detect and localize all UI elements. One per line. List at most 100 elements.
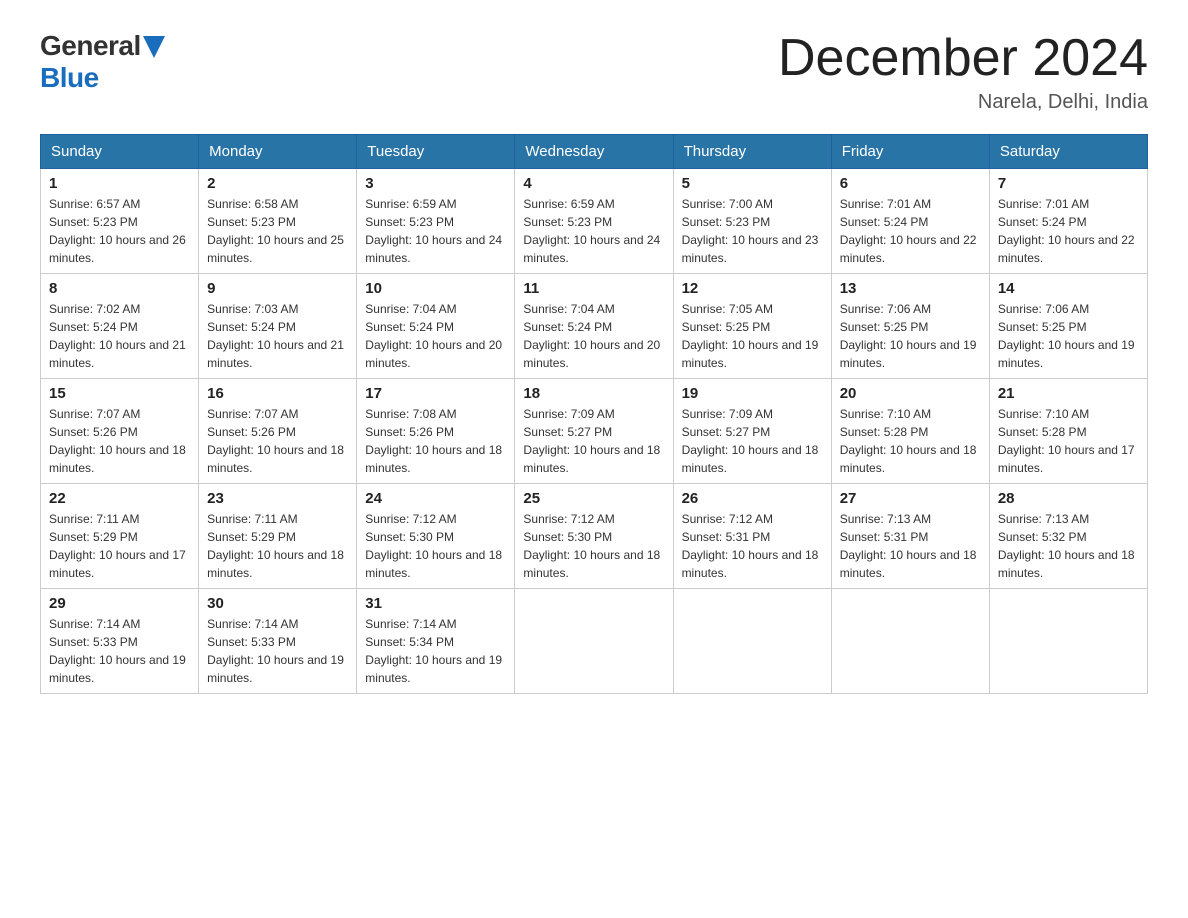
table-row: 20 Sunrise: 7:10 AM Sunset: 5:28 PM Dayl… [831, 379, 989, 484]
day-info: Sunrise: 7:10 AM Sunset: 5:28 PM Dayligh… [840, 405, 981, 477]
table-row: 6 Sunrise: 7:01 AM Sunset: 5:24 PM Dayli… [831, 169, 989, 274]
day-number: 15 [49, 385, 190, 402]
table-row [515, 589, 673, 694]
day-number: 29 [49, 595, 190, 612]
day-number: 7 [998, 175, 1139, 192]
calendar-week-row: 15 Sunrise: 7:07 AM Sunset: 5:26 PM Dayl… [41, 379, 1148, 484]
calendar-week-row: 29 Sunrise: 7:14 AM Sunset: 5:33 PM Dayl… [41, 589, 1148, 694]
day-info: Sunrise: 7:02 AM Sunset: 5:24 PM Dayligh… [49, 300, 190, 372]
day-number: 20 [840, 385, 981, 402]
day-info: Sunrise: 7:05 AM Sunset: 5:25 PM Dayligh… [682, 300, 823, 372]
table-row: 19 Sunrise: 7:09 AM Sunset: 5:27 PM Dayl… [673, 379, 831, 484]
day-info: Sunrise: 7:03 AM Sunset: 5:24 PM Dayligh… [207, 300, 348, 372]
day-number: 22 [49, 490, 190, 507]
day-info: Sunrise: 7:12 AM Sunset: 5:30 PM Dayligh… [365, 510, 506, 582]
day-number: 12 [682, 280, 823, 297]
table-row [673, 589, 831, 694]
day-info: Sunrise: 7:06 AM Sunset: 5:25 PM Dayligh… [998, 300, 1139, 372]
day-number: 24 [365, 490, 506, 507]
day-info: Sunrise: 7:09 AM Sunset: 5:27 PM Dayligh… [682, 405, 823, 477]
day-number: 1 [49, 175, 190, 192]
day-number: 25 [523, 490, 664, 507]
day-number: 28 [998, 490, 1139, 507]
location-subtitle: Narela, Delhi, India [778, 91, 1148, 114]
table-row: 23 Sunrise: 7:11 AM Sunset: 5:29 PM Dayl… [199, 484, 357, 589]
table-row: 22 Sunrise: 7:11 AM Sunset: 5:29 PM Dayl… [41, 484, 199, 589]
table-row: 11 Sunrise: 7:04 AM Sunset: 5:24 PM Dayl… [515, 274, 673, 379]
table-row: 8 Sunrise: 7:02 AM Sunset: 5:24 PM Dayli… [41, 274, 199, 379]
table-row: 26 Sunrise: 7:12 AM Sunset: 5:31 PM Dayl… [673, 484, 831, 589]
day-info: Sunrise: 7:14 AM Sunset: 5:34 PM Dayligh… [365, 615, 506, 687]
day-info: Sunrise: 7:13 AM Sunset: 5:32 PM Dayligh… [998, 510, 1139, 582]
table-row: 21 Sunrise: 7:10 AM Sunset: 5:28 PM Dayl… [989, 379, 1147, 484]
title-block: December 2024 Narela, Delhi, India [778, 30, 1148, 114]
day-info: Sunrise: 7:01 AM Sunset: 5:24 PM Dayligh… [840, 195, 981, 267]
day-info: Sunrise: 7:00 AM Sunset: 5:23 PM Dayligh… [682, 195, 823, 267]
day-info: Sunrise: 7:07 AM Sunset: 5:26 PM Dayligh… [49, 405, 190, 477]
day-number: 30 [207, 595, 348, 612]
day-number: 16 [207, 385, 348, 402]
logo-triangle-icon [143, 36, 165, 58]
day-number: 4 [523, 175, 664, 192]
table-row: 29 Sunrise: 7:14 AM Sunset: 5:33 PM Dayl… [41, 589, 199, 694]
day-number: 14 [998, 280, 1139, 297]
logo-general-text: General [40, 30, 141, 62]
day-info: Sunrise: 7:01 AM Sunset: 5:24 PM Dayligh… [998, 195, 1139, 267]
day-info: Sunrise: 7:04 AM Sunset: 5:24 PM Dayligh… [365, 300, 506, 372]
page-header: General Blue December 2024 Narela, Delhi… [40, 30, 1148, 114]
day-info: Sunrise: 7:12 AM Sunset: 5:31 PM Dayligh… [682, 510, 823, 582]
day-number: 13 [840, 280, 981, 297]
header-saturday: Saturday [989, 135, 1147, 169]
day-number: 31 [365, 595, 506, 612]
calendar-week-row: 8 Sunrise: 7:02 AM Sunset: 5:24 PM Dayli… [41, 274, 1148, 379]
day-info: Sunrise: 7:10 AM Sunset: 5:28 PM Dayligh… [998, 405, 1139, 477]
header-thursday: Thursday [673, 135, 831, 169]
day-info: Sunrise: 6:58 AM Sunset: 5:23 PM Dayligh… [207, 195, 348, 267]
calendar-week-row: 22 Sunrise: 7:11 AM Sunset: 5:29 PM Dayl… [41, 484, 1148, 589]
day-number: 23 [207, 490, 348, 507]
table-row: 30 Sunrise: 7:14 AM Sunset: 5:33 PM Dayl… [199, 589, 357, 694]
day-info: Sunrise: 7:14 AM Sunset: 5:33 PM Dayligh… [207, 615, 348, 687]
day-number: 19 [682, 385, 823, 402]
day-info: Sunrise: 7:14 AM Sunset: 5:33 PM Dayligh… [49, 615, 190, 687]
day-info: Sunrise: 6:57 AM Sunset: 5:23 PM Dayligh… [49, 195, 190, 267]
day-info: Sunrise: 6:59 AM Sunset: 5:23 PM Dayligh… [523, 195, 664, 267]
day-info: Sunrise: 7:06 AM Sunset: 5:25 PM Dayligh… [840, 300, 981, 372]
table-row: 12 Sunrise: 7:05 AM Sunset: 5:25 PM Dayl… [673, 274, 831, 379]
table-row: 10 Sunrise: 7:04 AM Sunset: 5:24 PM Dayl… [357, 274, 515, 379]
day-number: 5 [682, 175, 823, 192]
table-row: 18 Sunrise: 7:09 AM Sunset: 5:27 PM Dayl… [515, 379, 673, 484]
day-number: 26 [682, 490, 823, 507]
header-friday: Friday [831, 135, 989, 169]
calendar-week-row: 1 Sunrise: 6:57 AM Sunset: 5:23 PM Dayli… [41, 169, 1148, 274]
day-number: 2 [207, 175, 348, 192]
header-tuesday: Tuesday [357, 135, 515, 169]
table-row: 14 Sunrise: 7:06 AM Sunset: 5:25 PM Dayl… [989, 274, 1147, 379]
day-info: Sunrise: 6:59 AM Sunset: 5:23 PM Dayligh… [365, 195, 506, 267]
day-info: Sunrise: 7:13 AM Sunset: 5:31 PM Dayligh… [840, 510, 981, 582]
table-row: 15 Sunrise: 7:07 AM Sunset: 5:26 PM Dayl… [41, 379, 199, 484]
day-info: Sunrise: 7:08 AM Sunset: 5:26 PM Dayligh… [365, 405, 506, 477]
day-info: Sunrise: 7:07 AM Sunset: 5:26 PM Dayligh… [207, 405, 348, 477]
table-row: 16 Sunrise: 7:07 AM Sunset: 5:26 PM Dayl… [199, 379, 357, 484]
calendar-header-row: Sunday Monday Tuesday Wednesday Thursday… [41, 135, 1148, 169]
day-number: 9 [207, 280, 348, 297]
table-row: 3 Sunrise: 6:59 AM Sunset: 5:23 PM Dayli… [357, 169, 515, 274]
table-row [831, 589, 989, 694]
day-number: 21 [998, 385, 1139, 402]
day-info: Sunrise: 7:11 AM Sunset: 5:29 PM Dayligh… [207, 510, 348, 582]
day-number: 3 [365, 175, 506, 192]
table-row: 2 Sunrise: 6:58 AM Sunset: 5:23 PM Dayli… [199, 169, 357, 274]
header-monday: Monday [199, 135, 357, 169]
month-title: December 2024 [778, 30, 1148, 87]
day-info: Sunrise: 7:12 AM Sunset: 5:30 PM Dayligh… [523, 510, 664, 582]
table-row: 24 Sunrise: 7:12 AM Sunset: 5:30 PM Dayl… [357, 484, 515, 589]
day-number: 27 [840, 490, 981, 507]
day-number: 11 [523, 280, 664, 297]
day-info: Sunrise: 7:09 AM Sunset: 5:27 PM Dayligh… [523, 405, 664, 477]
logo: General Blue [40, 30, 165, 94]
day-number: 17 [365, 385, 506, 402]
day-number: 10 [365, 280, 506, 297]
calendar-table: Sunday Monday Tuesday Wednesday Thursday… [40, 134, 1148, 694]
header-sunday: Sunday [41, 135, 199, 169]
